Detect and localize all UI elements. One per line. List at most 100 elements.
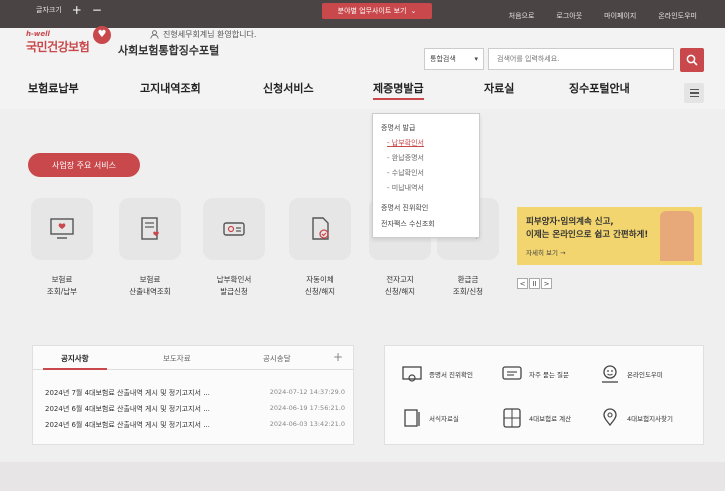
location-icon (603, 408, 617, 427)
logo-name: 국민건강보험 (26, 40, 90, 54)
service-label: 온라인도우미 (627, 371, 663, 379)
heart-logo-icon: ♥ (93, 26, 111, 44)
quick-label-line2: 조회/납부 (46, 287, 78, 296)
search-input[interactable] (488, 48, 674, 70)
banner-prev-button[interactable]: < (517, 278, 528, 289)
site-logo[interactable]: h-well 국민건강보험 ♥ (26, 26, 111, 55)
quick-item-payment-cert[interactable]: 납부확인서발급신청 (200, 198, 268, 298)
calculator-icon (503, 408, 521, 428)
printer-icon (223, 222, 245, 236)
search-button[interactable] (680, 48, 704, 72)
quick-label-line1: 보험료 (139, 275, 161, 284)
service-verify-cert[interactable]: 증명서 진위확인 (401, 364, 473, 384)
service-forms[interactable]: 서식자료실 (401, 408, 459, 428)
quick-label-line2: 발급신청 (220, 287, 248, 296)
user-icon (150, 30, 159, 39)
service-label: 자주 묻는 질문 (529, 371, 570, 379)
service-calculator[interactable]: 4대보험료 계산 (501, 408, 571, 428)
quick-label-line1: 납부확인서 (216, 275, 252, 284)
service-branch-finder[interactable]: 4대보험지사찾기 (599, 408, 673, 428)
banner-line2: 이제는 온라인으로 쉽고 간편하게! (526, 230, 649, 240)
quick-label-line1: 환급금 (457, 275, 479, 284)
banner-pager: < II > (517, 278, 552, 289)
top-link-mypage[interactable]: 마이페이지 (604, 11, 636, 21)
service-links-panel: 증명서 진위확인 자주 묻는 질문 온라인도우미 서식자료실 4대보험료 계산 … (384, 345, 704, 445)
welcome-text: 진형세무회계님 환영합니다. (163, 30, 257, 39)
chat-icon (502, 366, 522, 380)
active-tab-indicator (43, 368, 107, 370)
quick-item-premium-breakdown[interactable]: 보험료 산출내역조회 (116, 198, 184, 298)
service-label: 서식자료실 (429, 415, 459, 423)
book-icon (404, 409, 420, 427)
service-helper[interactable]: 온라인도우미 (599, 364, 663, 384)
notice-row[interactable]: 2024년 6월 4대보험료 산출내역 게시 및 정기고지서 ... 2024-… (45, 420, 345, 430)
nav-item-portal-guide[interactable]: 징수포털안내 (569, 80, 630, 96)
quick-label-line1: 보험료 (51, 275, 73, 284)
site-header: h-well 국민건강보험 ♥ 진형세무회계님 환영합니다. 사회보험통합징수포… (0, 26, 725, 73)
notice-date: 2024-06-19 17:56:21.0 (269, 404, 345, 412)
top-link-helper[interactable]: 온라인도우미 (658, 11, 697, 21)
nav-item-archive[interactable]: 자료실 (484, 80, 514, 96)
tab-press[interactable]: 보도자료 (163, 353, 191, 364)
font-increase-button[interactable]: + (72, 4, 82, 16)
more-button[interactable]: + (333, 350, 343, 364)
dropdown-item-receipt[interactable]: - 수납확인서 (381, 166, 471, 181)
service-faq[interactable]: 자주 묻는 질문 (501, 364, 569, 384)
portal-title: 사회보험통합징수포털 (118, 44, 220, 57)
menu-icon[interactable] (684, 83, 704, 103)
notice-title: 2024년 7월 4대보험료 산출내역 게시 및 정기고지서 ... (45, 389, 210, 397)
footer-strip (0, 462, 725, 491)
quick-item-auto-transfer[interactable]: 자동이체신청/해지 (286, 198, 354, 298)
promo-banner[interactable]: 피부양자·임의계속 신고, 이제는 온라인으로 쉽고 간편하게! 자세히 보기 … (517, 207, 702, 265)
welcome-message: 진형세무회계님 환영합니다. (150, 29, 256, 40)
nav-item-payment[interactable]: 보험료납부 (28, 80, 79, 96)
font-size-control: 글자크기 + − (36, 4, 102, 16)
main-services-button[interactable]: 사업장 주요 서비스 (28, 153, 140, 177)
tab-public-delivery[interactable]: 공시송달 (263, 353, 291, 364)
helper-icon (602, 365, 618, 383)
dropdown-item-payment-confirmation[interactable]: - 납부확인서 (381, 136, 471, 151)
notice-row[interactable]: 2024년 6월 4대보험료 산출내역 게시 및 정기고지서 ... 2024-… (45, 404, 345, 414)
notice-title: 2024년 6월 4대보험료 산출내역 게시 및 정기고지서 ... (45, 405, 210, 413)
quick-label-line2: 신청/해지 (304, 287, 336, 296)
quick-label-line1: 자동이체 (306, 275, 334, 284)
service-label: 4대보험지사찾기 (627, 415, 673, 423)
notice-row[interactable]: 2024년 7월 4대보험료 산출내역 게시 및 정기고지서 ... 2024-… (45, 388, 345, 398)
chevron-down-icon: ▾ (474, 55, 478, 63)
notice-panel: 공지사항 보도자료 공시송달 + 2024년 7월 4대보험료 산출내역 게시 … (32, 345, 354, 445)
top-link-logout[interactable]: 로그아웃 (556, 11, 582, 21)
banner-illustration (660, 211, 694, 261)
banner-more-link[interactable]: 자세히 보기 → (526, 247, 565, 257)
banner-next-button[interactable]: > (541, 278, 552, 289)
monitor-heart-icon (50, 218, 74, 239)
dropdown-item-unpaid[interactable]: - 미납내역서 (381, 181, 471, 196)
quick-item-premium-payment[interactable]: 보험료조회/납부 (28, 198, 96, 298)
certificate-icon (402, 366, 422, 382)
dropdown-item-verify[interactable]: 증명서 진위확인 (381, 200, 471, 216)
search-type-value: 통합검색 (430, 55, 456, 63)
top-link-home[interactable]: 처음으로 (509, 11, 535, 21)
service-label: 4대보험료 계산 (529, 415, 572, 423)
dropdown-group-title[interactable]: 증명서 발급 (381, 120, 471, 136)
search-type-select[interactable]: 통합검색 ▾ (424, 48, 484, 70)
document-heart-icon (141, 217, 159, 240)
top-utility-bar: 글자크기 + − 분야별 업무사이트 보기 ⌄ 처음으로 로그아웃 마이페이지 … (0, 0, 725, 28)
document-check-icon (312, 217, 329, 240)
main-nav: 보험료납부 고지내역조회 신청서비스 제증명발급 자료실 징수포털안내 (0, 73, 725, 109)
font-size-label: 글자크기 (36, 6, 62, 14)
notice-title: 2024년 6월 4대보험료 산출내역 게시 및 정기고지서 ... (45, 421, 210, 429)
biz-site-dropdown[interactable]: 분야별 업무사이트 보기 ⌄ (322, 3, 432, 19)
dropdown-item-efax[interactable]: 전자팩스 수신조회 (381, 216, 471, 232)
nav-item-notice-history[interactable]: 고지내역조회 (140, 80, 201, 96)
tab-notices[interactable]: 공지사항 (61, 353, 89, 364)
font-decrease-button[interactable]: − (92, 4, 102, 16)
banner-pause-button[interactable]: II (529, 278, 540, 289)
notice-date: 2024-07-12 14:37:29.0 (269, 388, 345, 396)
nav-item-certificates[interactable]: 제증명발급 (373, 80, 424, 100)
top-links: 처음으로 로그아웃 마이페이지 온라인도우미 (509, 11, 697, 21)
biz-site-label: 분야별 업무사이트 보기 (337, 7, 407, 15)
nav-item-application[interactable]: 신청서비스 (263, 80, 314, 96)
dropdown-item-full-payment[interactable]: - 완납증명서 (381, 151, 471, 166)
notice-date: 2024-06-03 13:42:21.0 (269, 420, 345, 428)
notice-tabs: 공지사항 보도자료 공시송달 + (33, 346, 353, 370)
